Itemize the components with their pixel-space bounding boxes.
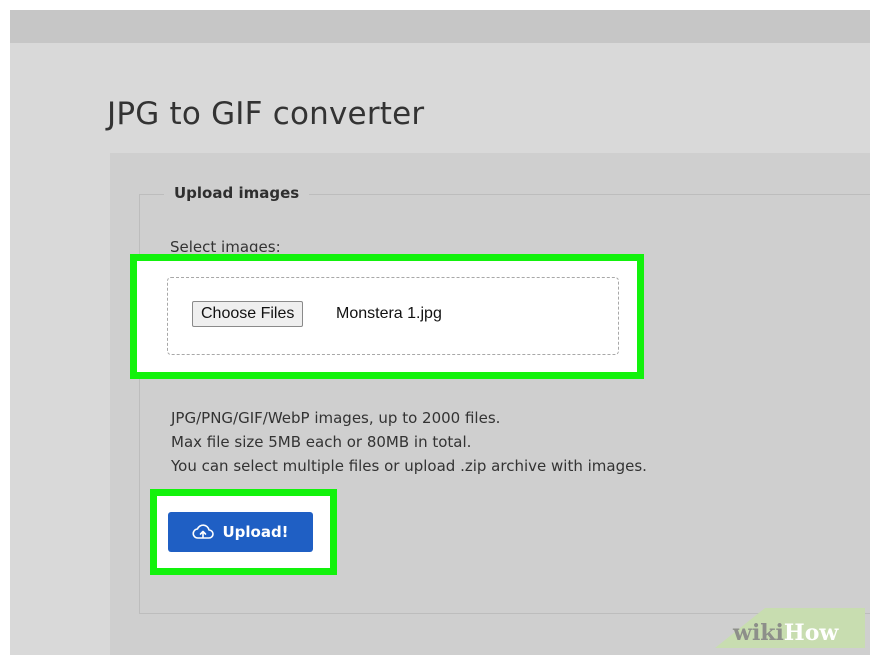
choose-files-button[interactable]: Choose Files xyxy=(192,301,304,327)
wikihow-watermark: wikiHow xyxy=(715,608,865,648)
upload-button-label: Upload! xyxy=(222,523,289,541)
help-line-size: Max file size 5MB each or 80MB in total. xyxy=(171,433,472,451)
cloud-upload-icon xyxy=(192,524,215,539)
top-border xyxy=(0,0,870,10)
page-title: JPG to GIF converter xyxy=(107,96,425,132)
upload-button-frame: Upload! xyxy=(157,496,330,568)
select-images-label: Select images: xyxy=(170,238,281,252)
selected-file-name: Monstera 1.jpg xyxy=(336,305,442,322)
file-drop-area[interactable]: Choose Files Monstera 1.jpg xyxy=(137,261,637,372)
screenshot-canvas: JPG to GIF converter Upload images Selec… xyxy=(0,0,870,655)
file-input-dashed-border[interactable]: Choose Files Monstera 1.jpg xyxy=(167,277,619,355)
help-line-multiple: You can select multiple files or upload … xyxy=(171,457,647,475)
fieldset-legend: Upload images xyxy=(164,184,310,202)
help-line-formats: JPG/PNG/GIF/WebP images, up to 2000 file… xyxy=(171,409,501,427)
upload-help-text: JPG/PNG/GIF/WebP images, up to 2000 file… xyxy=(171,406,647,478)
upload-button[interactable]: Upload! xyxy=(168,512,313,552)
browser-viewport: JPG to GIF converter Upload images Selec… xyxy=(10,10,870,655)
wikihow-logo: wikiHow xyxy=(733,620,839,646)
site-header-bar xyxy=(10,10,870,43)
upload-panel: Upload images Select images: Choose File… xyxy=(110,153,870,655)
